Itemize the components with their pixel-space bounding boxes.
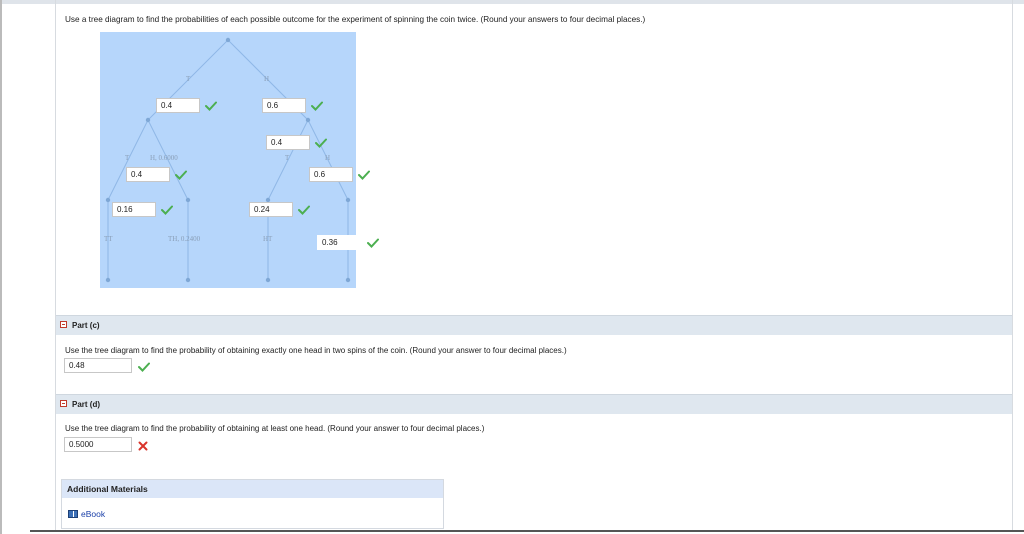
outcome-label-th: TH, 0.2400 [168, 235, 201, 243]
answer-p-first-t[interactable]: 0.4 [156, 98, 200, 113]
check-icon [161, 205, 173, 215]
minus-box-icon[interactable] [60, 321, 67, 328]
cross-icon [138, 441, 148, 451]
answer-p-hh[interactable]: 0.36 [317, 235, 361, 250]
part-d-text: Use the tree diagram to find the probabi… [65, 424, 485, 433]
outcome-label-ht: HT [263, 235, 273, 243]
branch-label-first-h: H [264, 75, 270, 83]
part-c-text: Use the tree diagram to find the probabi… [65, 346, 567, 355]
check-icon [358, 170, 370, 180]
question-text: Use a tree diagram to find the probabili… [65, 15, 646, 24]
branch-label-t-after-t: T [125, 154, 130, 162]
answer-p-h-given-h[interactable]: 0.6 [309, 167, 353, 182]
branch-label-t-after-h: T [285, 154, 290, 162]
part-d-header[interactable]: Part (d) [56, 394, 1012, 414]
check-icon [315, 138, 327, 148]
answer-p-tt[interactable]: 0.16 [112, 202, 156, 217]
left-edge [0, 0, 2, 534]
bottom-border [30, 530, 1024, 532]
check-icon [205, 101, 217, 111]
part-c-header[interactable]: Part (c) [56, 315, 1012, 335]
answer-p-t-given-h[interactable]: 0.4 [266, 135, 310, 150]
branch-label-h-after-t: H, 0.6000 [150, 154, 178, 162]
minus-box-icon[interactable] [60, 400, 67, 407]
part-c-title: Part (c) [72, 321, 100, 330]
additional-materials-title: Additional Materials [62, 480, 443, 498]
ebook-link[interactable]: eBook [68, 509, 105, 519]
part-d-title: Part (d) [72, 400, 100, 409]
branch-label-first-t: T [186, 75, 191, 83]
answer-p-first-h[interactable]: 0.6 [262, 98, 306, 113]
book-icon [68, 510, 78, 518]
branch-label-h-after-h: H [325, 154, 331, 162]
answer-p-t-given-t[interactable]: 0.4 [126, 167, 170, 182]
answer-p-ht[interactable]: 0.24 [249, 202, 293, 217]
check-icon [311, 101, 323, 111]
outcome-label-tt: TT [104, 235, 113, 243]
ebook-link-label[interactable]: eBook [81, 509, 105, 519]
check-icon [367, 238, 379, 248]
part-c-answer[interactable]: 0.48 [64, 358, 132, 373]
additional-materials-panel: Additional Materials eBook [61, 479, 444, 529]
part-d-answer[interactable]: 0.5000 [64, 437, 132, 452]
check-icon [175, 170, 187, 180]
check-icon [298, 205, 310, 215]
check-icon [138, 362, 150, 372]
